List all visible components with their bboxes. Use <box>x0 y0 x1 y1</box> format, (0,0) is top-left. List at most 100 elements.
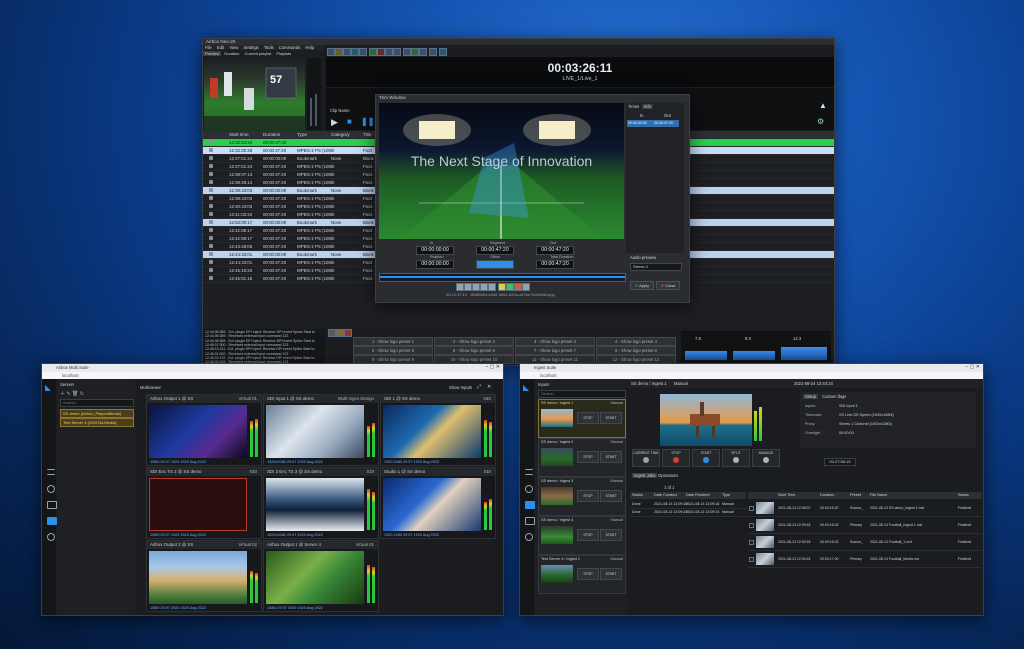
tab-info[interactable]: Info <box>642 104 653 109</box>
table-row[interactable]: 2021-08-13 12:08:07 00:00:15:20 Source_ 202… <box>748 501 982 517</box>
play-icon[interactable]: ▶ <box>331 117 338 127</box>
audio-select[interactable]: Stereo 1 <box>630 263 682 271</box>
jobs-column[interactable]: Type <box>722 493 730 497</box>
tab-playlists[interactable]: Playlists <box>274 51 293 56</box>
col-category[interactable]: Category <box>331 132 350 137</box>
apply-button[interactable]: ✔ Apply <box>630 281 654 290</box>
menu-icon[interactable] <box>525 469 533 475</box>
files-column[interactable]: File Name <box>870 493 887 497</box>
input-card[interactable]: SS demo / Ingest 4 Manual STOP START <box>538 516 626 555</box>
menu-icon[interactable] <box>47 469 55 475</box>
multiviewer-tile[interactable]: SDI Input 1 @ SS demo Multi Inges Design 1… <box>263 394 379 466</box>
col-start-time[interactable]: Start time <box>229 132 249 137</box>
input-start-button[interactable]: START <box>600 451 622 463</box>
files-column[interactable]: Start Time <box>778 493 795 497</box>
trim-field-value[interactable]: 00:00:00:00 <box>416 246 454 255</box>
menu-tools[interactable]: Tools <box>264 45 274 50</box>
preset-add-icon[interactable] <box>328 329 336 337</box>
tab-operations[interactable]: Operations <box>658 473 678 478</box>
toolbar-list-icon[interactable] <box>403 48 411 56</box>
preset-edit-icon[interactable] <box>336 329 344 337</box>
toolbar-paste-icon[interactable] <box>359 48 367 56</box>
dashboard-icon[interactable] <box>525 485 533 493</box>
input-start-button[interactable]: START <box>600 490 622 502</box>
toolbar-find-icon[interactable] <box>393 48 401 56</box>
preset-button[interactable]: 7 - Show logo preset 7 <box>515 346 595 355</box>
input-stop-button[interactable]: STOP <box>577 568 599 580</box>
preset-button[interactable]: 6 - Show logo preset 6 <box>434 346 514 355</box>
ingest-action-button[interactable]: MANAGE <box>752 449 780 467</box>
mv-window-controls[interactable]: – ▢ ✕ <box>486 364 500 370</box>
trim-field-value[interactable]: 00:00:47:20 <box>476 246 514 255</box>
preset-button[interactable]: 4 - Show logo preset 4 <box>596 337 676 346</box>
toolbar-settings-icon[interactable] <box>419 48 427 56</box>
menu-view[interactable]: View <box>229 45 238 50</box>
servers-search[interactable]: Search <box>60 399 134 407</box>
menu-settings[interactable]: Settings <box>244 45 259 50</box>
files-column[interactable]: Duration <box>820 493 834 497</box>
input-card[interactable]: Test Server 4 / Ingest 1 Manual STOP START <box>538 555 626 594</box>
ingest-action-button[interactable]: STOP <box>662 449 690 467</box>
ingest-action-button[interactable]: CURRENT TIME <box>632 449 660 467</box>
trim-field-value[interactable]: 00:00:00:00 <box>416 260 454 269</box>
toolbar-copy-icon[interactable] <box>351 48 359 56</box>
toolbar-grid-icon[interactable] <box>411 48 419 56</box>
ingest-action-button[interactable]: START <box>692 449 720 467</box>
trim-timeline[interactable] <box>379 273 626 282</box>
col-type[interactable]: Type <box>297 132 307 137</box>
toolbar-delete-icon[interactable] <box>377 48 385 56</box>
table-row[interactable]: Done 2021-08-13 13:09:18 2021-08-13 13:09:… <box>630 501 746 509</box>
camera-icon[interactable] <box>525 501 535 509</box>
gear-icon[interactable]: ⚙ <box>817 117 824 126</box>
preset-button[interactable]: 2 - Show logo preset 2 <box>434 337 514 346</box>
toolbar-save-icon[interactable] <box>335 48 343 56</box>
mv-close-icon[interactable]: ✕ <box>487 384 491 390</box>
file-checkbox[interactable] <box>749 523 754 528</box>
input-stop-button[interactable]: STOP <box>577 412 599 424</box>
preset-button[interactable]: 3 - Show logo preset 3 <box>515 337 595 346</box>
toolbar-insert-icon[interactable] <box>369 48 377 56</box>
input-card[interactable]: SS demo / Ingest 1 Manual STOP START <box>538 399 626 438</box>
table-row[interactable]: 2021-08-13 12:09:18 00:00:16:02 Primary 202… <box>748 518 982 534</box>
tab-preview[interactable]: Preview <box>203 51 222 56</box>
dashboard-icon[interactable] <box>47 485 55 493</box>
trim-field-value[interactable]: 00:00:47:20 <box>536 246 574 255</box>
file-checkbox[interactable] <box>749 506 754 511</box>
add-server-icon[interactable]: ＋ <box>60 391 65 397</box>
preset-button[interactable]: 8 - Show logo preset 8 <box>596 346 676 355</box>
input-card[interactable]: SS demo / Ingest 3 Manual STOP START <box>538 477 626 516</box>
input-start-button[interactable]: START <box>600 568 622 580</box>
preset-button[interactable]: 5 - Show logo preset 5 <box>353 346 433 355</box>
table-row[interactable]: Done 2021-08-13 13:09:24 2021-08-13 13:09:… <box>630 509 746 517</box>
menu-commands[interactable]: Commands <box>279 45 300 50</box>
table-row[interactable]: 2021-08-13 12:09:18 00:00:16:02 Source_ 202… <box>748 535 982 551</box>
tab-custom-flags[interactable]: Custom flags <box>822 394 846 399</box>
setup-value[interactable]: SS Live-SS Speed (1920x1080i) <box>839 413 894 417</box>
tab-ingest-jobs[interactable]: Ingest Jobs <box>632 473 658 478</box>
multiviewer-tile[interactable]: Airbox Output 1 @ SS Virtual 01 1080i 29.9… <box>146 394 262 466</box>
input-card[interactable]: SS demo / Ingest 2 Manual STOP START <box>538 438 626 477</box>
setup-value[interactable]: SDI input 1 <box>839 404 858 408</box>
camera-icon[interactable] <box>47 501 57 509</box>
toolbar-help-icon[interactable] <box>439 48 447 56</box>
trim-play-icon[interactable] <box>472 283 480 291</box>
setup-value[interactable]: 00:00:00 <box>839 431 854 435</box>
settings-icon[interactable] <box>47 533 55 541</box>
input-stop-button[interactable]: STOP <box>577 490 599 502</box>
input-stop-button[interactable]: STOP <box>577 451 599 463</box>
ingest-action-button[interactable]: SPLIT <box>722 449 750 467</box>
multiviewer-tile[interactable]: SDI 3 Enc TS 3 @ SS demo SDI 1920x1080 29.… <box>263 467 379 539</box>
server-item[interactable]: SS demo (Airbox_PlayoutMedia) <box>60 409 134 418</box>
trim-clear-icon[interactable] <box>514 283 522 291</box>
file-checkbox[interactable] <box>749 540 754 545</box>
table-row[interactable]: 2021-08-13 12:09:24 00:00:17:00 Primary 202… <box>748 552 982 568</box>
multiviewer-tile[interactable]: Airbox Output 1 @ Server 4 Virtual 01 1080… <box>263 540 379 612</box>
setup-value[interactable]: Stereo 1 Channel (1920x1080i) <box>839 422 892 426</box>
toolbar-monitor-icon[interactable] <box>429 48 437 56</box>
trim-rewind-icon[interactable] <box>456 283 464 291</box>
tab-setup[interactable]: Setup <box>803 394 818 399</box>
toolbar-cut-icon[interactable] <box>343 48 351 56</box>
times-row[interactable]: 00:00:00:00 00:00:47:20 <box>627 120 679 127</box>
jobs-column[interactable]: Status <box>632 493 643 497</box>
file-checkbox[interactable] <box>749 557 754 562</box>
